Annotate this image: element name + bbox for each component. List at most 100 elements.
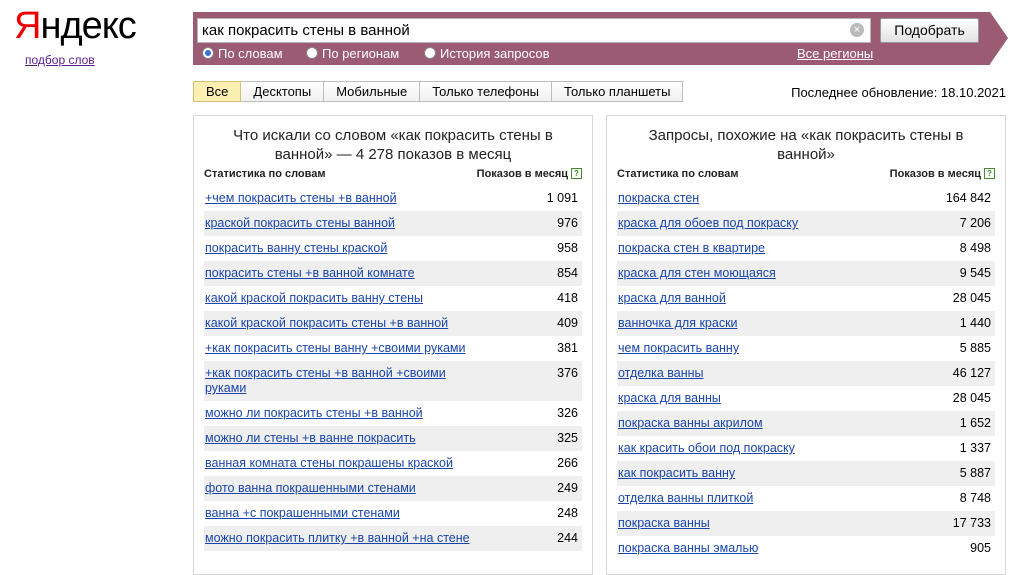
yandex-logo[interactable]: Яндекс bbox=[14, 5, 137, 47]
table-row: можно ли покрасить стены +в ванной 326 bbox=[204, 401, 582, 426]
table-row: отделка ванны 46 127 bbox=[617, 361, 995, 386]
shows-count: 325 bbox=[557, 431, 578, 445]
query-link[interactable]: как покрасить ванну bbox=[618, 466, 735, 481]
shows-count: 5 887 bbox=[959, 466, 991, 480]
panel-title: Запросы, похожие на «как покрасить стены… bbox=[607, 126, 1005, 164]
search-input[interactable] bbox=[202, 21, 842, 40]
shows-count: 28 045 bbox=[952, 291, 991, 305]
help-icon[interactable]: ? bbox=[984, 168, 995, 179]
shows-count: 17 733 bbox=[952, 516, 991, 530]
query-link[interactable]: можно покрасить плитку +в ванной +на сте… bbox=[205, 531, 470, 546]
radio-label: По регионам bbox=[322, 46, 400, 61]
table-row: покраска стен в квартире 8 498 bbox=[617, 236, 995, 261]
shows-count: 381 bbox=[557, 341, 578, 355]
radio-history[interactable]: История запросов bbox=[424, 46, 550, 61]
col-shows-label: Показов в месяц bbox=[889, 168, 981, 180]
right-panel: Запросы, похожие на «как покрасить стены… bbox=[606, 115, 1006, 575]
query-link[interactable]: +чем покрасить стены +в ванной bbox=[205, 191, 397, 206]
wordstat-link[interactable]: подбор слов bbox=[25, 53, 95, 67]
table-row: какой краской покрасить ванну стены 418 bbox=[204, 286, 582, 311]
query-link[interactable]: покрасить ванну стены краской bbox=[205, 241, 387, 256]
query-link[interactable]: краской покрасить стены ванной bbox=[205, 216, 395, 231]
query-link[interactable]: краска для обоев под покраску bbox=[618, 216, 798, 231]
query-link[interactable]: +как покрасить стены ванну +своими рукам… bbox=[205, 341, 465, 356]
table-row: какой краской покрасить стены +в ванной 4… bbox=[204, 311, 582, 336]
query-link[interactable]: фото ванна покрашенными стенами bbox=[205, 481, 416, 496]
panel-title-text: Запросы, похожие на «как покрасить стены… bbox=[648, 127, 964, 163]
query-link[interactable]: чем покрасить ванну bbox=[618, 341, 739, 356]
query-link[interactable]: покраска стен в квартире bbox=[618, 241, 765, 256]
search-bar-arrow bbox=[990, 12, 1008, 64]
tab-desktops[interactable]: Десктопы bbox=[241, 81, 325, 102]
query-link[interactable]: покраска стен bbox=[618, 191, 699, 206]
query-link[interactable]: краска для стен моющаяся bbox=[618, 266, 776, 281]
col-stat-header: Статистика по словам bbox=[204, 168, 326, 180]
all-regions-link[interactable]: Все регионы bbox=[797, 46, 873, 61]
help-icon[interactable]: ? bbox=[571, 168, 582, 179]
query-link[interactable]: какой краской покрасить ванну стены bbox=[205, 291, 423, 306]
shows-count: 8 498 bbox=[959, 241, 991, 255]
shows-count: 1 337 bbox=[959, 441, 991, 455]
shows-count: 248 bbox=[557, 506, 578, 520]
tab-all[interactable]: Все bbox=[193, 81, 242, 102]
shows-count: 1 652 bbox=[959, 416, 991, 430]
query-link[interactable]: краска для ванной bbox=[618, 291, 726, 306]
table-row: +как покрасить стены ванну +своими рукам… bbox=[204, 336, 582, 361]
submit-button[interactable]: Подобрать bbox=[880, 18, 979, 43]
query-link[interactable]: можно ли стены +в ванне покрасить bbox=[205, 431, 416, 446]
table-row: краской покрасить стены ванной 976 bbox=[204, 211, 582, 236]
table-row: ванна +с покрашенными стенами 248 bbox=[204, 501, 582, 526]
radio-by-words[interactable]: По словам bbox=[202, 46, 283, 61]
table-row: отделка ванны плиткой 8 748 bbox=[617, 486, 995, 511]
shows-count: 266 bbox=[557, 456, 578, 470]
left-panel: Что искали со словом «как покрасить стен… bbox=[193, 115, 593, 575]
device-tabs: Все Десктопы Мобильные Только телефоны Т… bbox=[193, 81, 684, 102]
table-row: покраска ванны эмалью 905 bbox=[617, 536, 995, 561]
query-link[interactable]: ванна +с покрашенными стенами bbox=[205, 506, 400, 521]
table-row: покрасить ванну стены краской 958 bbox=[204, 236, 582, 261]
table-row: как покрасить ванну 5 887 bbox=[617, 461, 995, 486]
table-header: Статистика по словам Показов в месяц? bbox=[617, 168, 995, 184]
right-rows: покраска стен 164 842 краска для обоев под… bbox=[617, 186, 995, 561]
query-link[interactable]: отделка ванны плиткой bbox=[618, 491, 753, 506]
shows-count: 5 885 bbox=[959, 341, 991, 355]
shows-count: 1 091 bbox=[546, 191, 578, 205]
logo-first-letter: Я bbox=[14, 5, 41, 47]
shows-count: 326 bbox=[557, 406, 578, 420]
query-link[interactable]: краска для ванны bbox=[618, 391, 721, 406]
query-link[interactable]: покраска ванны bbox=[618, 516, 710, 531]
query-link[interactable]: +как покрасить стены +в ванной +своими р… bbox=[205, 366, 470, 396]
table-header: Статистика по словам Показов в месяц? bbox=[204, 168, 582, 184]
table-row: краска для ванной 28 045 bbox=[617, 286, 995, 311]
left-rows: +чем покрасить стены +в ванной 1 091 краск… bbox=[204, 186, 582, 551]
logo-rest: ндекс bbox=[40, 5, 136, 47]
table-row: +чем покрасить стены +в ванной 1 091 bbox=[204, 186, 582, 211]
query-link[interactable]: какой краской покрасить стены +в ванной bbox=[205, 316, 448, 331]
table-row: можно ли стены +в ванне покрасить 325 bbox=[204, 426, 582, 451]
tab-phones[interactable]: Только телефоны bbox=[420, 81, 553, 102]
panel-title: Что искали со словом «как покрасить стен… bbox=[194, 126, 592, 164]
query-link[interactable]: отделка ванны bbox=[618, 366, 704, 381]
query-link[interactable]: покраска ванны акрилом bbox=[618, 416, 763, 431]
query-link[interactable]: ванная комната стены покрашены краской bbox=[205, 456, 453, 471]
table-row: фото ванна покрашенными стенами 249 bbox=[204, 476, 582, 501]
query-link[interactable]: как красить обои под покраску bbox=[618, 441, 795, 456]
query-link[interactable]: покраска ванны эмалью bbox=[618, 541, 758, 556]
table-row: ванночка для краски 1 440 bbox=[617, 311, 995, 336]
tab-tablets[interactable]: Только планшеты bbox=[552, 81, 684, 102]
shows-count: 7 206 bbox=[959, 216, 991, 230]
shows-count: 854 bbox=[557, 266, 578, 280]
table-row: краска для обоев под покраску 7 206 bbox=[617, 211, 995, 236]
query-link[interactable]: ванночка для краски bbox=[618, 316, 738, 331]
tab-mobile[interactable]: Мобильные bbox=[324, 81, 421, 102]
query-link[interactable]: можно ли покрасить стены +в ванной bbox=[205, 406, 423, 421]
radio-by-regions[interactable]: По регионам bbox=[306, 46, 399, 61]
query-link[interactable]: покрасить стены +в ванной комнате bbox=[205, 266, 415, 281]
shows-count: 8 748 bbox=[959, 491, 991, 505]
table-row: покраска стен 164 842 bbox=[617, 186, 995, 211]
col-shows-header: Показов в месяц? bbox=[890, 168, 995, 180]
shows-count: 46 127 bbox=[952, 366, 991, 380]
shows-count: 244 bbox=[557, 531, 578, 545]
clear-icon[interactable]: × bbox=[850, 23, 864, 37]
search-field[interactable]: × bbox=[197, 18, 871, 43]
